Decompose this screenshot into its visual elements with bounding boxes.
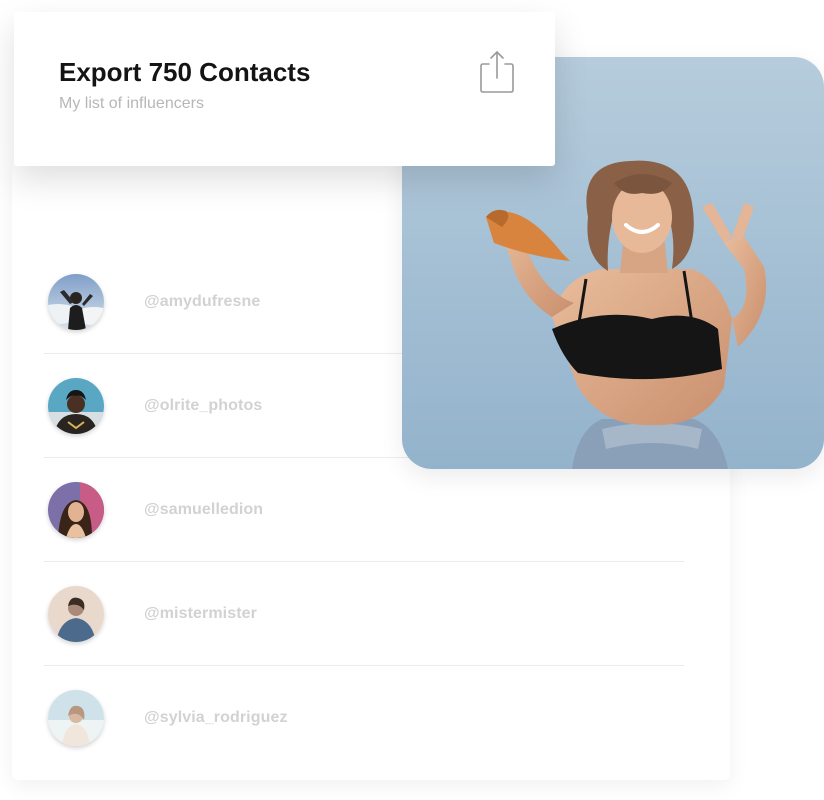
list-item[interactable]: @mistermister (44, 562, 684, 666)
avatar (48, 377, 104, 434)
avatar (48, 481, 104, 538)
avatar (48, 273, 104, 330)
contact-handle: @olrite_photos (144, 396, 263, 414)
list-name: My list of influencers (59, 95, 204, 112)
export-contacts-widget: @amydufresne @olrite_photos @samuelledio… (0, 0, 824, 800)
list-item[interactable]: @samuelledion (44, 458, 684, 562)
avatar (48, 690, 104, 746)
list-item[interactable]: @sylvia_rodriguez (44, 666, 684, 770)
contact-handle: @samuelledion (144, 500, 264, 518)
avatar (48, 585, 104, 642)
export-button[interactable] (477, 48, 517, 96)
page-title: Export 750 Contacts (59, 57, 311, 87)
contact-handle: @sylvia_rodriguez (144, 709, 288, 726)
export-header-card: Export 750 Contacts My list of influence… (14, 12, 555, 166)
contact-handle: @amydufresne (144, 292, 261, 310)
share-upload-icon (480, 51, 514, 93)
contact-handle: @mistermister (144, 604, 257, 622)
